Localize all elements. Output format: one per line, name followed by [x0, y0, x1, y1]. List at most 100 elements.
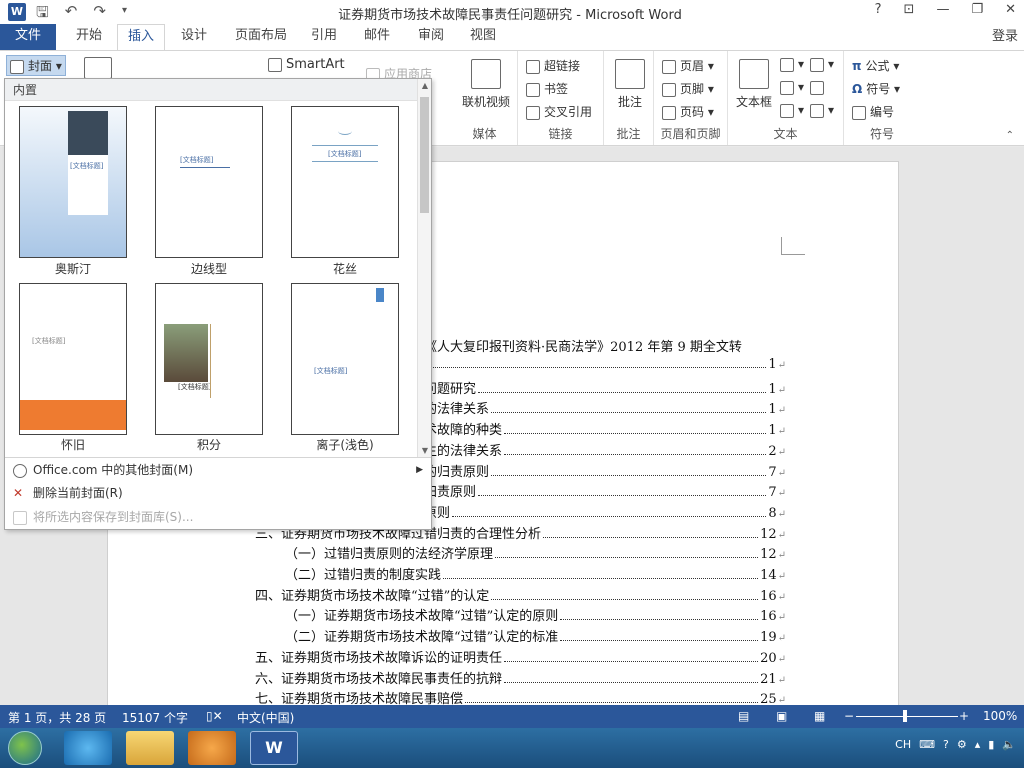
toc-entry[interactable]: 生的法律关系 2 ↵ [424, 440, 786, 459]
symbol-button[interactable]: Ω 符号 ▾ [852, 80, 900, 97]
zoom-out-button[interactable]: − [844, 709, 854, 723]
internet-explorer-icon[interactable] [64, 731, 112, 765]
number-button[interactable]: 编号 [852, 103, 894, 120]
signature-line-button[interactable]: ▾ [810, 57, 834, 72]
object-button[interactable]: ▾ [810, 103, 834, 118]
language-indicator[interactable]: 中文(中国) [237, 709, 294, 726]
page-number-button[interactable]: 页码 ▾ [662, 103, 714, 120]
minimize-button[interactable]: — [936, 2, 949, 17]
ime-indicator[interactable]: CH [895, 738, 911, 751]
network-icon[interactable]: ▮ [988, 738, 994, 751]
toc-entry[interactable]: 的法律关系 1 ↵ [424, 398, 786, 417]
toc-entry[interactable]: 七、证券期货市场技术故障民事赔偿 25 ↵ [255, 688, 786, 705]
sign-in-link[interactable]: 登录 [992, 25, 1018, 44]
cover-template-retrospect[interactable]: [文档标题] [19, 283, 127, 435]
more-covers-office-item[interactable]: Office.com 中的其他封面(M) ▶ [5, 458, 431, 482]
cover-template-filigree[interactable]: [文档标题] [291, 106, 399, 258]
delete-cover-icon: ✕ [13, 486, 24, 500]
settings-tray-icon[interactable]: ⚙ [957, 738, 967, 751]
file-explorer-icon[interactable] [126, 731, 174, 765]
web-layout-icon[interactable]: ▦ [814, 709, 825, 723]
help-tray-icon[interactable]: ? [943, 738, 949, 751]
toc-entry[interactable]: （一）过错归责原则的法经济学原理 12 ↵ [285, 543, 786, 562]
zoom-slider[interactable] [856, 716, 958, 717]
ribbon-display-button[interactable]: ⊡ [904, 2, 915, 17]
smartart-button[interactable]: SmartArt [268, 57, 345, 72]
quick-parts-button[interactable]: ▾ [780, 57, 804, 72]
tab-home[interactable]: 开始 [76, 24, 102, 50]
tab-references[interactable]: 引用 [311, 24, 337, 50]
start-button-icon[interactable] [8, 731, 42, 765]
toc-entry-text: 七、证券期货市场技术故障民事赔偿 [255, 692, 464, 705]
zoom-slider-knob[interactable] [903, 710, 907, 722]
date-time-button[interactable] [810, 80, 828, 95]
zoom-in-button[interactable]: + [959, 709, 969, 723]
scroll-down-icon[interactable]: ▼ [420, 446, 430, 455]
proofing-icon[interactable]: ▯✕ [206, 709, 223, 723]
cover-template-austin[interactable]: [文档标题] [19, 106, 127, 258]
remove-cover-item[interactable]: ✕ 删除当前封面(R) [5, 481, 431, 505]
toc-entry[interactable]: 五、证券期货市场技术故障诉讼的证明责任 20 ↵ [255, 647, 786, 666]
footer-button[interactable]: 页脚 ▾ [662, 80, 714, 97]
toc-leader-dots [465, 702, 759, 704]
tab-view[interactable]: 视图 [470, 24, 496, 50]
scroll-up-icon[interactable]: ▲ [420, 81, 430, 90]
toc-entry[interactable]: （一）证券期货市场技术故障“过错”认定的原则 16 ↵ [285, 605, 786, 624]
zoom-level[interactable]: 100% [983, 709, 1017, 723]
toc-entry[interactable]: （二）过错归责的制度实践 14 ↵ [285, 564, 786, 583]
tab-review[interactable]: 审阅 [418, 24, 444, 50]
toc-entry[interactable]: 术故障的种类 1 ↵ [424, 419, 786, 438]
tab-mailings[interactable]: 邮件 [364, 24, 390, 50]
toc-entry[interactable]: 问题研究 1 ↵ [424, 378, 786, 397]
word-taskbar-icon[interactable]: W [250, 731, 298, 765]
drop-cap-button[interactable]: ▾ [780, 103, 804, 118]
toc-entry[interactable]: 归责原则 7 ↵ [424, 481, 786, 500]
close-button[interactable]: ✕ [1005, 2, 1016, 17]
table-icon[interactable] [84, 57, 116, 79]
maximize-button[interactable]: ❐ [971, 2, 983, 17]
comment-button[interactable]: 批注 [610, 57, 650, 110]
tab-insert[interactable]: 插入 [117, 24, 165, 50]
toc-leader-dots [452, 515, 767, 517]
textbox-button[interactable]: 文本框 [732, 57, 776, 110]
collapse-ribbon-icon[interactable]: ⌃ [1006, 130, 1014, 141]
volume-icon[interactable]: 🔈 [1002, 738, 1016, 751]
page-info[interactable]: 第 1 页，共 28 页 [8, 709, 106, 726]
header-button[interactable]: 页眉 ▾ [662, 57, 714, 74]
toc-entry[interactable]: 的归责原则 7 ↵ [424, 461, 786, 480]
tab-design[interactable]: 设计 [181, 24, 207, 50]
word-logo-icon[interactable]: W [8, 3, 26, 21]
toc-entry[interactable]: （二）证券期货市场技术故障“过错”认定的标准 19 ↵ [285, 626, 786, 645]
online-video-button[interactable]: 联机视频 [458, 57, 514, 110]
hyperlink-button[interactable]: 超链接 [526, 57, 580, 74]
ion-title-placeholder: [文档标题] [314, 367, 348, 375]
save-to-cover-gallery-item[interactable]: 将所选内容保存到封面库(S)... [5, 505, 431, 529]
toc-entry[interactable]: 六、证券期货市场技术故障民事责任的抗辩 21 ↵ [255, 668, 786, 687]
more-covers-label: Office.com 中的其他封面(M) [33, 463, 194, 477]
toc-entry[interactable]: 1 ↵ [424, 357, 786, 372]
bookmark-button[interactable]: 书签 [526, 80, 568, 97]
media-player-icon[interactable] [188, 731, 236, 765]
help-button[interactable]: ? [875, 2, 882, 17]
cover-template-sideline[interactable]: [文档标题] [155, 106, 263, 258]
cross-reference-button[interactable]: 交叉引用 [526, 103, 592, 120]
print-layout-icon[interactable]: ▣ [776, 709, 787, 723]
cover-template-ion-light[interactable]: [文档标题] [291, 283, 399, 435]
wordart-button[interactable]: ▾ [780, 80, 804, 95]
scroll-thumb[interactable] [420, 97, 429, 213]
read-mode-icon[interactable]: ▤ [738, 709, 749, 723]
cover-template-integral[interactable]: [文档标题] [155, 283, 263, 435]
system-tray: CH ⌨ ? ⚙ ▴ ▮ 🔈 [895, 738, 1016, 751]
toc-entry[interactable]: 四、证券期货市场技术故障“过错”的认定 16 ↵ [255, 585, 786, 604]
keyboard-icon[interactable]: ⌨ [919, 738, 935, 751]
equation-button[interactable]: π 公式 ▾ [852, 57, 899, 74]
gallery-scrollbar[interactable]: ▲ ▼ [417, 79, 431, 457]
notification-arrow-icon[interactable]: ▴ [975, 738, 981, 751]
toc-entry[interactable]: 原则 8 ↵ [424, 502, 786, 521]
paragraph-mark-icon: ↵ [777, 446, 786, 458]
tab-file[interactable]: 文件 [0, 24, 56, 50]
word-count[interactable]: 15107 个字 [122, 709, 188, 726]
tab-page-layout[interactable]: 页面布局 [235, 24, 287, 50]
cover-page-button[interactable]: 封面 ▾ [6, 55, 66, 76]
toc-page-number: 1 [768, 381, 777, 397]
